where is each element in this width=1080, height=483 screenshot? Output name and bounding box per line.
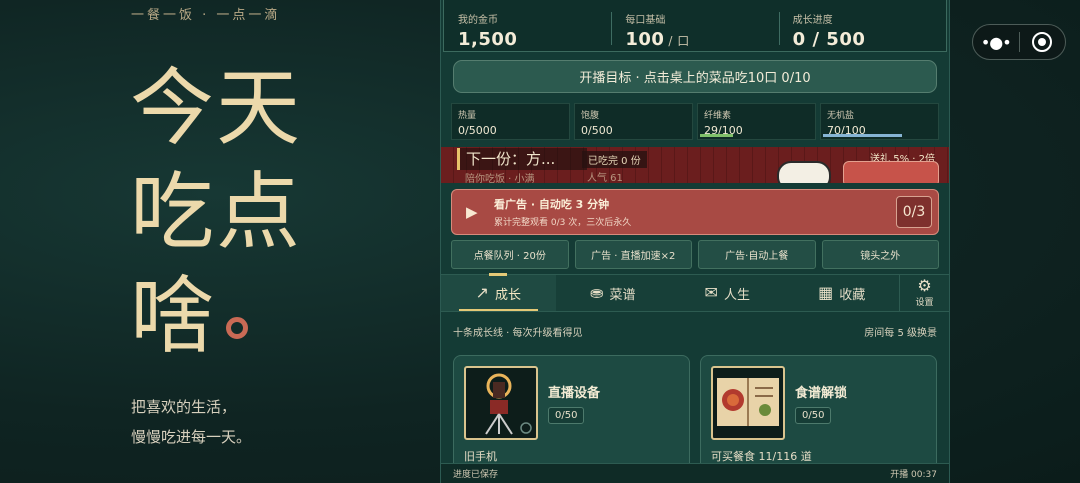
stat-label: 我的金币 <box>458 15 498 26</box>
recipe-book-icon <box>711 366 785 440</box>
ad-auto-serve-button[interactable]: 广告·自动上餐 <box>698 240 816 269</box>
card-footer: 可买餐食 11/116 道 <box>711 450 812 463</box>
card-level: 0/50 <box>548 407 585 424</box>
nutrient-value: 0/500 <box>581 124 613 137</box>
hero-title-line-1: 今天 <box>130 59 303 157</box>
hero-title: 今天 吃点 啥 <box>130 56 302 368</box>
nutrient-label: 饱腹 <box>581 111 600 121</box>
tab-growth[interactable]: ↗ 成长 <box>441 273 556 311</box>
play-icon: ▶ <box>466 203 478 221</box>
card-level: 0/50 <box>795 407 832 424</box>
off-camera-button[interactable]: 镜头之外 <box>821 240 939 269</box>
status-footer: 进度已保存 开播 00:37 <box>441 463 949 483</box>
nutrient-label: 无机盐 <box>827 111 855 121</box>
growth-content: 十条成长线 · 每次升级看得见 房间每 5 级换景 直播设备 0/50 旧手机 … <box>441 312 949 475</box>
streamer-label: 陪你吃饭 · 小满 <box>465 174 535 183</box>
ad-stream-boost-button[interactable]: 广告 · 直播加速×2 <box>574 240 692 269</box>
ad-count-badge: 0/3 <box>896 196 932 228</box>
stream-scene[interactable]: 下一份：方... 陪你吃饭 · 小满 已吃完 0 份 人气 61 送礼 5% ·… <box>441 147 949 183</box>
close-miniapp-button[interactable] <box>1019 32 1065 52</box>
nutrient-label: 热量 <box>458 111 477 121</box>
stats-bar: 我的金币 1,500 每口基础 100/ 口 成长进度 0 / 500 <box>443 0 947 52</box>
nutrient-bar <box>823 134 902 137</box>
stat-label: 每口基础 <box>625 15 666 26</box>
stat-label: 成长进度 <box>792 15 833 26</box>
upgrade-cards: 直播设备 0/50 旧手机 食谱解锁 0/50 可买餐食 11/116 道 <box>453 355 937 475</box>
ad-subtitle: 累计完整观看 0/3 次，三次后永久 <box>494 218 632 228</box>
mail-icon: ✉ <box>704 283 718 302</box>
nutrient-value: 0/5000 <box>458 124 497 137</box>
growth-note: 十条成长线 · 每次升级看得见 <box>453 328 583 339</box>
nutrient-panel: 热量 0/5000 饱腹 0/500 纤维素 29/100 无机盐 70/100 <box>451 103 939 140</box>
nutrient-fiber: 纤维素 29/100 <box>697 103 816 140</box>
stat-value: 100 <box>625 29 665 50</box>
tab-label: 收藏 <box>839 287 866 303</box>
nutrient-label: 纤维素 <box>704 111 732 121</box>
upgrade-card-recipe-unlock[interactable]: 食谱解锁 0/50 可买餐食 11/116 道 <box>700 355 937 475</box>
card-title: 直播设备 <box>548 386 601 401</box>
nutrient-minerals: 无机盐 70/100 <box>820 103 939 140</box>
tab-recipes[interactable]: ⛂ 菜谱 <box>556 275 671 311</box>
scene-note: 房间每 5 级换景 <box>864 328 937 339</box>
watch-ad-button[interactable]: ▶ 看广告 · 自动吃 3 分钟 累计完整观看 0/3 次，三次后永久 0/3 <box>451 189 939 235</box>
tab-label: 菜谱 <box>609 287 636 303</box>
card-title: 食谱解锁 <box>795 386 848 401</box>
eaten-count: 已吃完 0 份 <box>582 151 647 168</box>
trending-up-icon: ↗ <box>475 283 489 302</box>
target-icon <box>1032 32 1053 52</box>
settings-button[interactable]: ⚙ 设置 <box>899 275 949 311</box>
more-dots-icon[interactable]: •●• <box>973 33 1019 52</box>
hero-subtitle-line-1: 把喜欢的生活， <box>131 398 237 416</box>
dish-bubble-icon[interactable] <box>777 161 831 183</box>
miniapp-capsule: •●• <box>972 24 1066 60</box>
stat-value: 1,500 <box>458 29 518 50</box>
quick-actions: 点餐队列 · 20份 广告 · 直播加速×2 广告·自动上餐 镜头之外 <box>451 240 939 269</box>
hero-dot-icon <box>226 317 248 339</box>
game-panel: 我的金币 1,500 每口基础 100/ 口 成长进度 0 / 500 开播目标… <box>440 0 950 483</box>
stat-unit: / 口 <box>668 34 690 48</box>
hero-title-line-2: 吃点 <box>130 163 303 261</box>
stat-value: 0 / 500 <box>792 29 866 50</box>
gear-icon: ⚙ <box>917 276 932 295</box>
ad-title: 看广告 · 自动吃 3 分钟 <box>494 198 610 211</box>
settings-label: 设置 <box>915 298 934 308</box>
tab-label: 成长 <box>494 287 521 303</box>
stream-timer: 开播 00:37 <box>890 470 937 480</box>
nutrient-satiety: 饱腹 0/500 <box>574 103 693 140</box>
order-queue-button[interactable]: 点餐队列 · 20份 <box>451 240 569 269</box>
tab-collection[interactable]: ▦ 收藏 <box>785 275 900 311</box>
save-status: 进度已保存 <box>453 470 499 480</box>
tab-life[interactable]: ✉ 人生 <box>670 275 785 311</box>
hero-subtitle: 把喜欢的生活， 慢慢吃进每一天。 <box>131 392 251 452</box>
nutrient-bar <box>700 134 733 137</box>
hero-subtitle-line-2: 慢慢吃进每一天。 <box>131 428 252 446</box>
stat-growth-progress: 成长进度 0 / 500 <box>778 0 946 51</box>
bowl-icon: ⛂ <box>590 283 604 302</box>
main-tabs: ↗ 成长 ⛂ 菜谱 ✉ 人生 ▦ 收藏 ⚙ 设置 <box>441 273 949 312</box>
stat-base-per-bite: 每口基础 100/ 口 <box>611 0 778 51</box>
popularity-label: 人气 61 <box>587 173 623 183</box>
tab-label: 人生 <box>723 287 750 303</box>
grid-icon: ▦ <box>818 283 834 302</box>
ring-light-icon <box>464 366 538 440</box>
stream-goal-button[interactable]: 开播目标 · 点击桌上的菜品吃10口 0/10 <box>453 60 937 93</box>
next-dish-label: 下一份：方... <box>457 148 587 170</box>
tagline: 一餐一饭 · 一点一滴 <box>131 8 281 23</box>
hero-title-line-3: 啥 <box>130 267 217 365</box>
card-footer: 旧手机 <box>464 450 497 463</box>
upgrade-card-stream-gear[interactable]: 直播设备 0/50 旧手机 <box>453 355 690 475</box>
stat-coins: 我的金币 1,500 <box>444 0 611 51</box>
nutrient-calories: 热量 0/5000 <box>451 103 570 140</box>
gift-card-icon[interactable] <box>843 161 939 183</box>
